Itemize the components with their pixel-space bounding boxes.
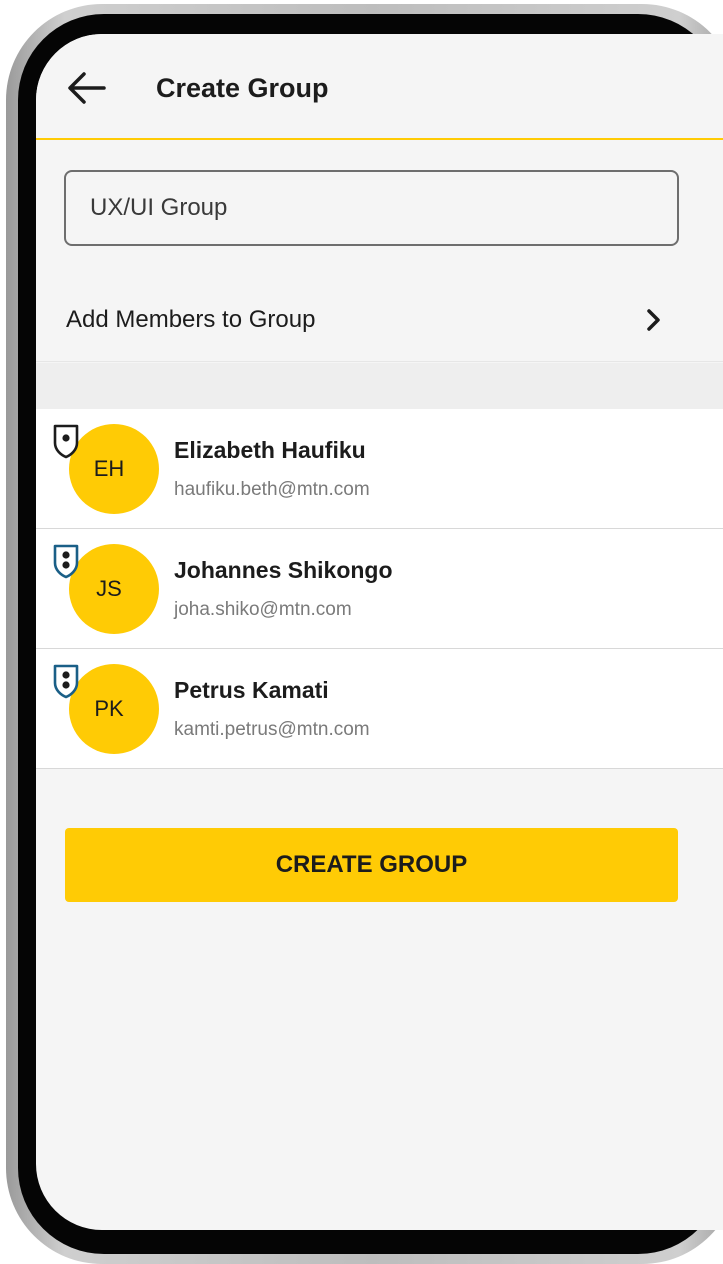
- member-name: Johannes Shikongo: [174, 557, 393, 583]
- member-email: haufiku.beth@mtn.com: [174, 479, 370, 500]
- shield-admin-icon: [53, 424, 79, 459]
- member-email: joha.shiko@mtn.com: [174, 599, 352, 620]
- member-email: kamti.petrus@mtn.com: [174, 719, 370, 740]
- page-title: Create Group: [156, 73, 329, 103]
- arrow-left-icon: [68, 72, 106, 104]
- add-members-label: Add Members to Group: [66, 306, 316, 333]
- add-members-row[interactable]: Add Members to Group: [36, 278, 723, 362]
- shield-member-icon: [53, 664, 79, 699]
- section-divider: [36, 363, 723, 409]
- member-row[interactable]: JS Johannes Shikongo joha.shiko@mtn.com: [36, 529, 723, 649]
- shield-member-icon: [53, 544, 79, 579]
- group-name-field: [64, 170, 679, 246]
- member-row[interactable]: EH Elizabeth Haufiku haufiku.beth@mtn.co…: [36, 409, 723, 529]
- member-row[interactable]: PK Petrus Kamati kamti.petrus@mtn.com: [36, 649, 723, 769]
- avatar: PK: [69, 664, 159, 754]
- member-name: Elizabeth Haufiku: [174, 437, 366, 463]
- create-group-button[interactable]: CREATE GROUP: [65, 828, 678, 902]
- member-name: Petrus Kamati: [174, 677, 329, 703]
- avatar: EH: [69, 424, 159, 514]
- chevron-right-icon: [647, 309, 660, 331]
- app-screen: Create Group Add Members to Group EH Eli…: [36, 34, 723, 1230]
- avatar: JS: [69, 544, 159, 634]
- member-list: EH Elizabeth Haufiku haufiku.beth@mtn.co…: [36, 409, 723, 769]
- back-button[interactable]: [66, 70, 106, 106]
- app-bar: Create Group: [36, 34, 723, 140]
- group-name-input[interactable]: [88, 172, 658, 244]
